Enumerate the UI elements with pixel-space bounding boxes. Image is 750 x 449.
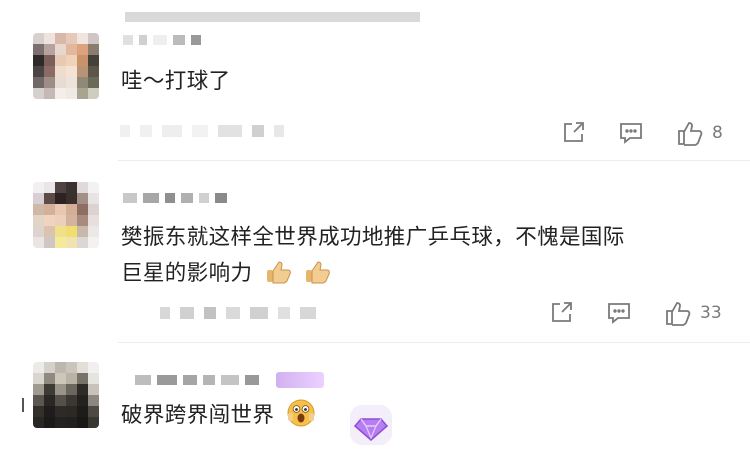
comment-text: 破界跨界闯世界: [121, 398, 316, 434]
comment-button[interactable]: [606, 300, 632, 326]
share-button[interactable]: [560, 120, 586, 146]
comment-item: 樊振东就这样全世界成功地推广乒乓球，不愧是国际 巨星的影响力 33: [0, 160, 750, 342]
share-icon: [564, 122, 584, 142]
comment-button[interactable]: [618, 120, 644, 146]
avatar[interactable]: [33, 182, 99, 248]
like-count: 33: [700, 303, 722, 323]
like-button[interactable]: 33: [664, 299, 722, 327]
comment-actions: 33: [548, 298, 722, 328]
thumbs-up-icon: [666, 302, 691, 326]
thumbs-up-icon: [678, 122, 703, 146]
shocked-face-emoji: [287, 399, 315, 427]
username-blur[interactable]: [135, 374, 259, 386]
comment-item: 哇～打球了 8: [0, 0, 750, 160]
comment-text: 哇～打球了: [121, 69, 231, 94]
share-button[interactable]: [548, 300, 574, 326]
meta-blur: [120, 124, 284, 138]
meta-blur: [160, 306, 316, 320]
gem-badge-icon: [353, 418, 389, 441]
avatar[interactable]: [33, 362, 99, 428]
comment-actions: 8: [560, 118, 723, 148]
gem-badge[interactable]: [350, 405, 392, 445]
comment-text-line-2: 巨星的影响力: [121, 256, 331, 292]
comment-icon: [608, 303, 630, 324]
username-blur[interactable]: [123, 192, 227, 204]
comment-icon: [620, 123, 642, 144]
like-count: 8: [712, 123, 723, 143]
share-icon: [552, 302, 572, 322]
thumbs-up-emoji: [266, 261, 291, 284]
like-button[interactable]: 8: [676, 119, 723, 147]
thumbs-up-emoji: [305, 261, 330, 284]
username-blur[interactable]: [123, 34, 201, 46]
user-badge: [276, 372, 324, 388]
comment-item: 破界跨界闯世界: [0, 342, 750, 445]
avatar[interactable]: [33, 33, 99, 99]
left-edge-tick: [22, 398, 24, 412]
comment-text: 樊振东就这样全世界成功地推广乒乓球，不愧是国际: [121, 225, 625, 250]
